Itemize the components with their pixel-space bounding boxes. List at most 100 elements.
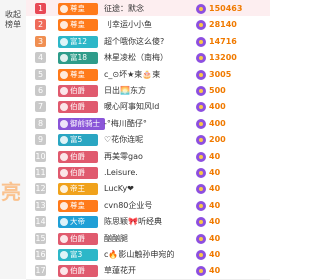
user-name[interactable]: LucKy❤ <box>104 182 188 196</box>
leaderboard-row[interactable]: 8 御前骑士 -°梅川酷仔° 400 <box>26 114 270 133</box>
user-name[interactable]: .Leisure. <box>104 166 188 180</box>
coin-icon <box>196 233 206 244</box>
badge-label: 帝王 <box>70 184 85 194</box>
leaderboard-row[interactable]: 1 尊皇 征途：默念 150463 <box>26 0 270 18</box>
badge-crest-icon <box>60 54 68 63</box>
user-name[interactable]: 刂幸运小小鱼 <box>104 18 188 32</box>
leaderboard-row[interactable]: 3 富12 超个哦你这么傻? 14716 <box>26 32 270 51</box>
leaderboard-list: 1 尊皇 征途：默念 150463 2 尊皇 刂幸运小小鱼 28140 3 富12 超个哦你这么傻?… <box>26 0 270 280</box>
collapse-leaderboard-toggle[interactable]: 收起榜单 <box>3 10 23 30</box>
badge-label: 伯爵 <box>70 102 85 112</box>
coin-icon <box>196 69 206 80</box>
rank-number: 15 <box>35 232 46 244</box>
leaderboard-row[interactable]: 14 大帝 陈思颖🎀听经典 40 <box>26 213 270 232</box>
rank-number: 5 <box>35 68 46 80</box>
level-badge: 伯爵 <box>58 167 98 179</box>
user-name[interactable]: 陈思颖🎀听经典 <box>104 215 188 229</box>
user-name[interactable]: 日出🌅东方 <box>104 84 188 98</box>
badge-crest-icon <box>60 251 68 259</box>
badge-crest-icon <box>60 5 68 13</box>
coin-icon <box>196 36 206 47</box>
level-badge: 尊皇 <box>58 199 98 212</box>
leaderboard-row[interactable]: 12 帝王 LucKy❤ 40 <box>26 180 270 199</box>
contribution-score: 3005 <box>209 69 232 79</box>
badge-label: 尊皇 <box>70 69 85 79</box>
rank-number: 2 <box>35 19 46 31</box>
badge-label: 富12 <box>70 36 88 46</box>
badge-label: 伯爵 <box>70 168 85 177</box>
coin-icon <box>196 151 206 162</box>
contribution-score: 150463 <box>209 4 243 13</box>
badge-label: 尊皇 <box>70 4 85 13</box>
user-name[interactable]: 暖心阿事知风ld <box>104 100 188 114</box>
user-name[interactable]: c_⊙坏★柬🎂柬 <box>104 68 188 82</box>
level-badge: 尊皇 <box>58 68 98 81</box>
user-name[interactable]: 酗酗腿 <box>104 232 188 246</box>
user-name[interactable]: ♡花你连呢 <box>104 133 188 147</box>
leaderboard-row[interactable]: 10 伯爵 再美零gao 40 <box>26 147 270 166</box>
user-name[interactable]: 超个哦你这么傻? <box>104 35 188 49</box>
rank-number: 3 <box>35 35 46 47</box>
rank-number: 4 <box>35 52 46 64</box>
badge-label: 富3 <box>70 250 83 259</box>
leaderboard-row[interactable]: 11 伯爵 .Leisure. 40 <box>26 164 270 182</box>
contribution-score: 40 <box>209 200 221 210</box>
user-name[interactable]: 林星凌松（南梅） <box>104 51 188 65</box>
leaderboard-row[interactable]: 5 尊皇 c_⊙坏★柬🎂柬 3005 <box>26 65 270 84</box>
badge-label: 富5 <box>70 135 83 145</box>
badge-label: 富18 <box>70 53 88 63</box>
rank-number: 6 <box>35 85 46 96</box>
coin-icon <box>196 217 206 228</box>
contribution-score: 400 <box>209 102 226 112</box>
user-name[interactable]: 草蓮花开 <box>104 264 188 278</box>
leaderboard-row[interactable]: 16 富3 c🔥影山触孙申宛的 40 <box>26 246 270 264</box>
user-name[interactable]: cvn80企业号 <box>104 199 188 213</box>
leaderboard-row[interactable]: 7 伯爵 暖心阿事知风ld 400 <box>26 98 270 117</box>
rank-number: 10 <box>35 150 46 162</box>
contribution-score: 40 <box>209 151 221 161</box>
badge-crest-icon <box>60 218 68 227</box>
badge-crest-icon <box>60 119 68 128</box>
coin-icon <box>196 200 206 211</box>
leaderboard-row[interactable]: 15 伯爵 酗酗腿 40 <box>26 229 270 248</box>
level-badge: 伯爵 <box>58 101 98 114</box>
leaderboard-row[interactable]: 13 尊皇 cvn80企业号 40 <box>26 196 270 215</box>
user-name[interactable]: 征途：默念 <box>104 2 188 16</box>
rank-number: 9 <box>35 134 46 146</box>
coin-icon <box>196 20 206 31</box>
contribution-score: 40 <box>209 168 221 177</box>
contribution-score: 40 <box>209 184 221 194</box>
badge-crest-icon <box>60 267 68 276</box>
watermark-glyph: 亮 <box>1 180 21 204</box>
rank-number: 7 <box>35 101 46 113</box>
level-badge: 富18 <box>58 52 98 65</box>
badge-label: 尊皇 <box>70 20 85 30</box>
leaderboard-row[interactable]: 2 尊皇 刂幸运小小鱼 28140 <box>26 16 270 35</box>
leaderboard-row[interactable]: 17 伯爵 草蓮花开 40 <box>26 262 270 280</box>
user-name[interactable]: c🔥影山触孙申宛的 <box>104 248 188 262</box>
coin-icon <box>196 266 206 277</box>
rank-number: 16 <box>35 249 46 260</box>
badge-label: 大帝 <box>70 217 85 227</box>
contribution-score: 13200 <box>209 53 237 63</box>
contribution-score: 40 <box>209 250 221 259</box>
badge-crest-icon <box>60 185 68 194</box>
leaderboard-row[interactable]: 9 富5 ♡花你连呢 200 <box>26 131 270 150</box>
level-badge: 尊皇 <box>58 19 98 32</box>
badge-crest-icon <box>60 201 68 210</box>
badge-label: 伯爵 <box>70 266 85 276</box>
user-name[interactable]: -°梅川酷仔° <box>104 117 188 131</box>
badge-crest-icon <box>60 169 68 177</box>
leaderboard-sidebar: 收起榜单 亮 <box>0 0 27 279</box>
level-badge: 伯爵 <box>58 85 98 97</box>
badge-crest-icon <box>60 87 68 95</box>
leaderboard-row[interactable]: 6 伯爵 日出🌅东方 500 <box>26 82 270 100</box>
leaderboard-row[interactable]: 4 富18 林星凌松（南梅） 13200 <box>26 49 270 68</box>
coin-icon <box>196 135 206 146</box>
coin-icon <box>196 53 206 64</box>
badge-crest-icon <box>60 152 68 161</box>
level-badge: 大帝 <box>58 216 98 229</box>
level-badge: 御前骑士 <box>58 117 105 130</box>
level-badge: 伯爵 <box>58 232 98 245</box>
user-name[interactable]: 再美零gao <box>104 150 188 164</box>
